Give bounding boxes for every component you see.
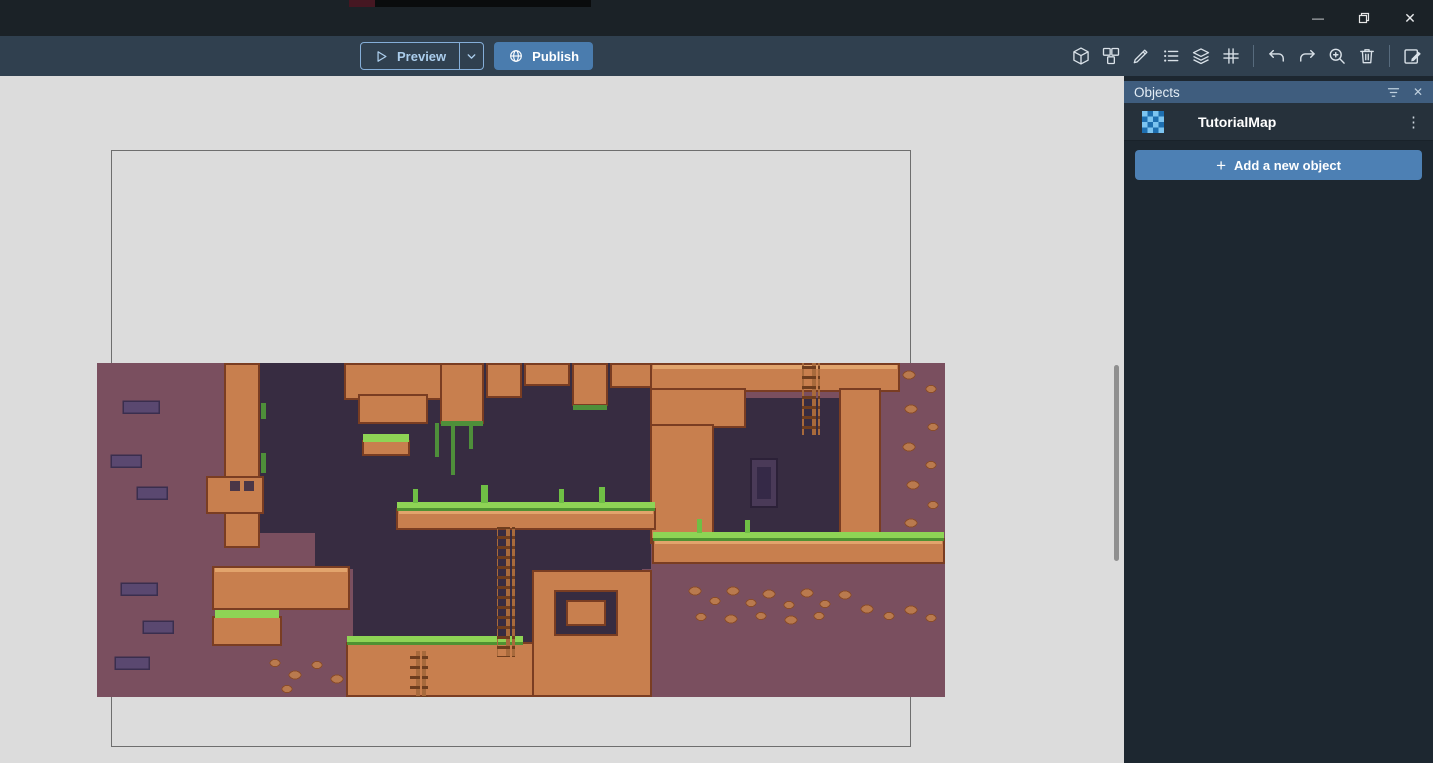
play-icon: [374, 49, 389, 64]
minimize-button[interactable]: —: [1295, 0, 1341, 36]
pencil-icon[interactable]: [1126, 42, 1155, 71]
filter-icon[interactable]: [1386, 85, 1401, 100]
canvas-vertical-scrollbar[interactable]: [1112, 76, 1120, 763]
objects-3d-box-icon[interactable]: [1066, 42, 1095, 71]
object-groups-icon[interactable]: [1096, 42, 1125, 71]
objects-panel-title: Objects: [1134, 85, 1386, 100]
window-titlebar: — ✕: [0, 0, 1433, 36]
undo-icon[interactable]: [1262, 42, 1291, 71]
gdevelop-window: — ✕ Preview: [0, 0, 1433, 763]
preview-label: Preview: [397, 49, 446, 64]
grid-icon[interactable]: [1216, 42, 1245, 71]
preview-button[interactable]: Preview: [361, 43, 459, 69]
window-controls: — ✕: [1295, 0, 1433, 36]
objects-panel: Objects ✕: [1124, 76, 1433, 763]
toolbar-separator: [1389, 45, 1390, 67]
preview-split-button: Preview: [360, 42, 484, 70]
publish-button[interactable]: Publish: [494, 42, 593, 70]
chevron-down-icon: [465, 50, 478, 63]
titlebar-strip-accent: [349, 0, 375, 7]
close-button[interactable]: ✕: [1387, 0, 1433, 36]
objects-panel-header: Objects ✕: [1124, 81, 1433, 103]
restore-button[interactable]: [1341, 0, 1387, 36]
tilemap-thumbnail-icon: [1142, 111, 1164, 133]
globe-icon: [508, 48, 524, 64]
object-menu-icon[interactable]: ⋮: [1406, 113, 1421, 131]
toolbar-separator: [1253, 45, 1254, 67]
scrollbar-thumb[interactable]: [1114, 365, 1119, 561]
plus-icon: +: [1216, 157, 1226, 174]
toolbar-icon-group: [1066, 36, 1427, 76]
layers-icon[interactable]: [1186, 42, 1215, 71]
redo-icon[interactable]: [1292, 42, 1321, 71]
preview-options-button[interactable]: [459, 43, 483, 69]
editor-toolbar: Preview Publish: [0, 36, 1433, 76]
instances-list-icon[interactable]: [1156, 42, 1185, 71]
add-object-button[interactable]: + Add a new object: [1135, 150, 1422, 180]
restore-icon: [1358, 12, 1370, 24]
publish-label: Publish: [532, 49, 579, 64]
close-panel-icon[interactable]: ✕: [1413, 85, 1423, 99]
trash-icon[interactable]: [1352, 42, 1381, 71]
titlebar-strip: [349, 0, 591, 7]
add-object-label: Add a new object: [1234, 158, 1341, 173]
zoom-in-icon[interactable]: [1322, 42, 1351, 71]
objects-panel-body: [1124, 189, 1433, 763]
object-list-item-tutorialmap[interactable]: TutorialMap ⋮: [1124, 103, 1433, 141]
object-name: TutorialMap: [1198, 114, 1276, 130]
scene-canvas[interactable]: [0, 76, 1124, 763]
tilemap-instance[interactable]: [97, 363, 945, 697]
edit-properties-icon[interactable]: [1398, 42, 1427, 71]
